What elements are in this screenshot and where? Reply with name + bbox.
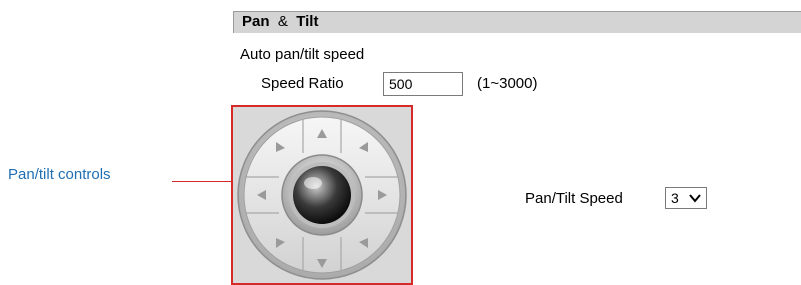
annotation-label: Pan/tilt controls — [8, 166, 111, 183]
auto-pan-tilt-label: Auto pan/tilt speed — [240, 46, 365, 63]
speed-ratio-range: (1~3000) — [477, 75, 538, 92]
section-header: Pan & Tilt — [233, 11, 801, 33]
annotation-highlight-box — [231, 105, 413, 285]
pan-tilt-speed-value: 3 — [671, 190, 679, 206]
annotation-leader-line — [172, 181, 234, 182]
pan-tilt-speed-select[interactable]: 3 — [665, 187, 707, 209]
section-title: Pan & Tilt — [242, 13, 319, 30]
pan-tilt-speed-label: Pan/Tilt Speed — [525, 190, 623, 207]
speed-ratio-label: Speed Ratio — [261, 75, 344, 92]
chevron-down-icon — [689, 194, 701, 203]
speed-ratio-input[interactable] — [383, 72, 463, 96]
